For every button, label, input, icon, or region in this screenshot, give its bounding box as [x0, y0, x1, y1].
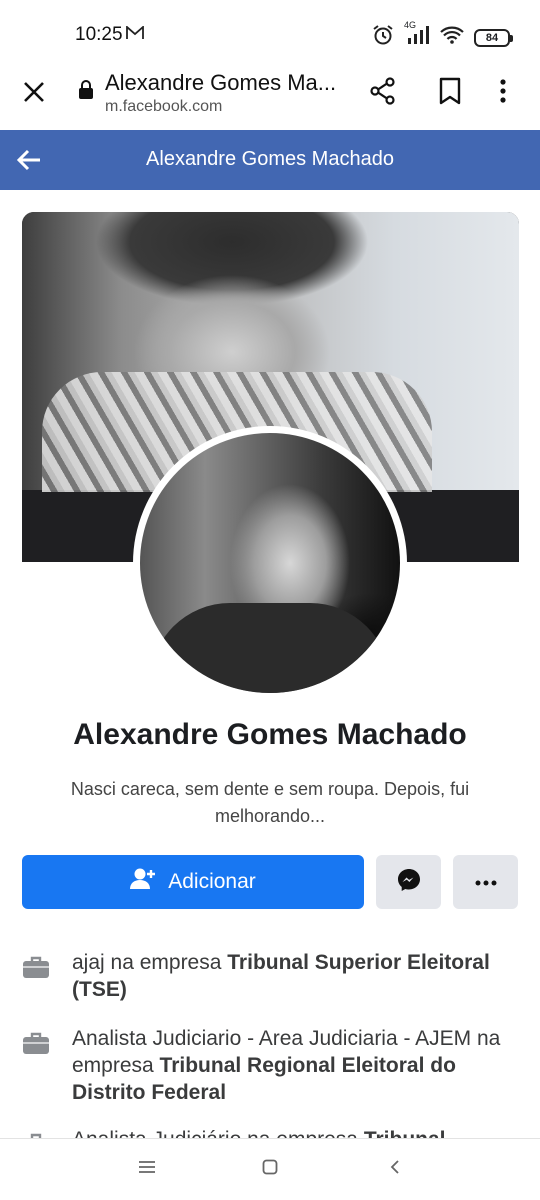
menu-icon[interactable] [138, 1159, 156, 1180]
profile-name: Alexandre Gomes Machado [73, 718, 467, 751]
work-company-link[interactable]: Tribunal [364, 1128, 446, 1138]
browser-toolbar: Alexandre Gomes Ma... m.facebook.com [0, 64, 540, 130]
share-icon[interactable] [368, 76, 398, 111]
add-friend-button[interactable]: Adicionar [22, 855, 364, 909]
list-item-work: Analista Judiciario - Area Judiciaria - … [22, 1025, 522, 1106]
profile-bio: Nasci careca, sem dente e sem roupa. Dep… [70, 779, 470, 826]
network-type: 4G [404, 20, 417, 30]
signal-icon: 4G [404, 20, 430, 49]
status-time: 10:25 [75, 24, 123, 45]
work-text: Analista Judiciario - Area Judiciaria - … [72, 1025, 522, 1106]
bookmark-icon[interactable] [437, 76, 463, 111]
status-bar: 10:25 4G 84 [0, 0, 540, 64]
add-friend-label: Adicionar [168, 870, 256, 893]
more-vertical-icon[interactable] [498, 76, 508, 111]
wifi-icon [440, 26, 464, 49]
list-item-work: Analista Judiciário na empresa Tribunal [22, 1126, 522, 1138]
nav-back-icon[interactable] [388, 1159, 402, 1180]
status-icons: 4G 84 [372, 20, 513, 51]
more-horizontal-icon [475, 873, 497, 891]
lock-icon [78, 80, 94, 105]
messenger-button[interactable] [376, 855, 441, 909]
browser-page-title[interactable]: Alexandre Gomes Ma... [105, 70, 340, 96]
work-text: ajaj na empresa Tribunal Superior Eleito… [72, 949, 522, 1003]
profile-avatar[interactable] [133, 426, 407, 700]
more-options-button[interactable] [453, 855, 518, 909]
avatar-image [140, 433, 400, 693]
work-prefix: ajaj na empresa [72, 951, 228, 974]
fb-header: Alexandre Gomes Machado [0, 130, 540, 190]
battery-indicator: 84 [474, 28, 513, 47]
work-text: Analista Judiciário na empresa Tribunal [72, 1126, 446, 1138]
browser-url[interactable]: m.facebook.com [105, 98, 222, 116]
fb-header-title: Alexandre Gomes Machado [146, 148, 394, 170]
work-prefix: Analista Judiciário na empresa [72, 1128, 364, 1138]
add-friend-icon [130, 867, 156, 897]
mail-icon [126, 25, 144, 45]
briefcase-icon [22, 1031, 52, 1057]
avatar-image-detail [150, 603, 390, 693]
list-item-work: ajaj na empresa Tribunal Superior Eleito… [22, 949, 522, 1003]
close-icon[interactable] [20, 78, 48, 106]
alarm-icon [372, 24, 394, 51]
home-icon[interactable] [262, 1159, 278, 1180]
briefcase-icon [22, 955, 52, 981]
system-nav-bar [0, 1138, 540, 1200]
messenger-icon [396, 867, 422, 898]
